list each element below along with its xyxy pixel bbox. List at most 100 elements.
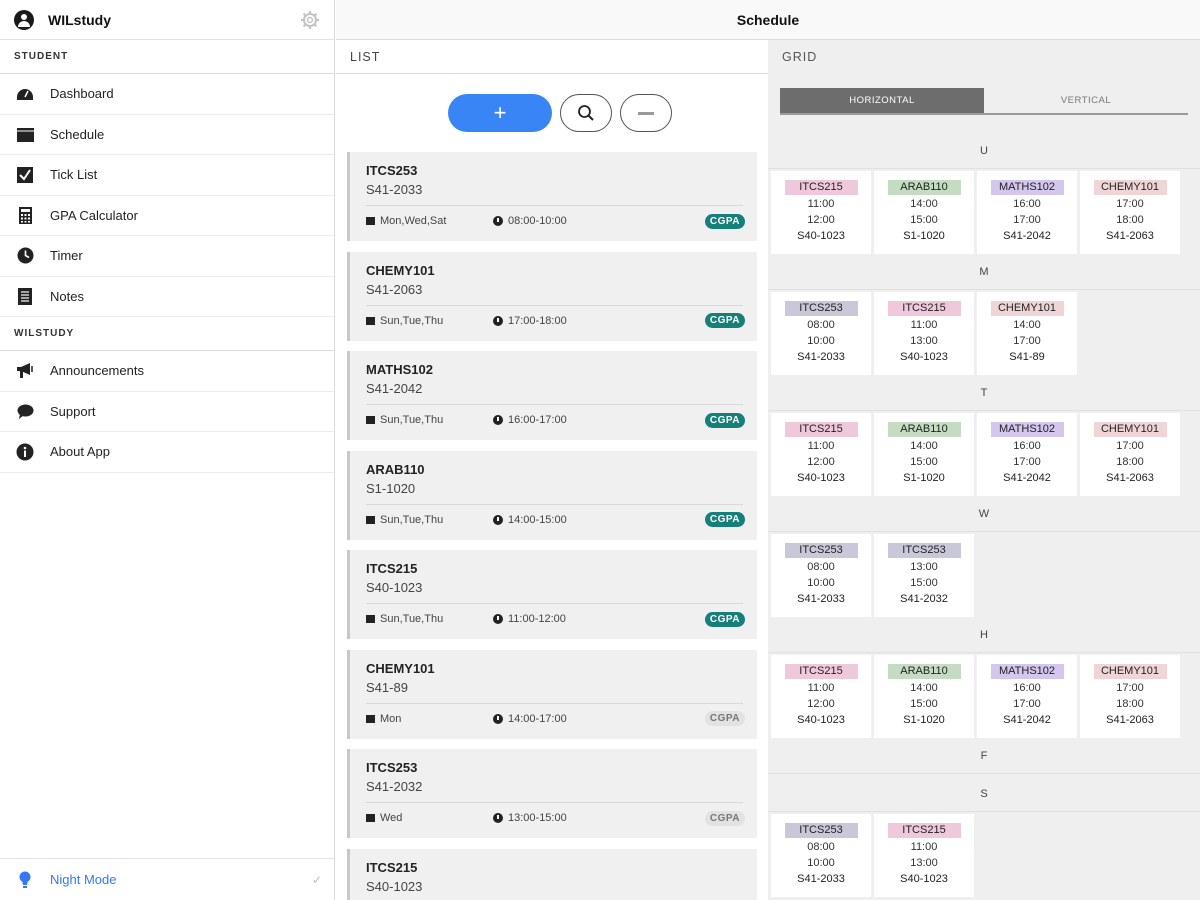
course-days-text: Mon [380,712,402,725]
cgpa-badge[interactable]: CGPA [704,412,745,428]
sidebar-item-support[interactable]: Support [0,392,334,432]
course-days-text: Wed [380,812,403,824]
timetable-slot[interactable]: MATHS102 16:00 17:00 S41-2042 [977,655,1077,738]
sidebar-item-gpa-calculator[interactable]: GPA Calculator [0,196,334,236]
timetable-slot[interactable]: ARAB110 14:00 15:00 S1-1020 [874,171,974,254]
calendar-icon [366,615,375,623]
timetable-slot[interactable]: ITCS253 08:00 10:00 S41-2033 [771,292,871,375]
course-card[interactable]: MATHS102 S41-2042 Sun,Tue,Thu 16:00-17:00… [347,351,757,440]
sidebar-item-dashboard[interactable]: Dashboard [0,74,334,115]
course-card[interactable]: ITCS253 S41-2033 Mon,Wed,Sat 08:00-10:00 … [347,152,757,241]
slot-room: S40-1023 [900,351,948,363]
course-room: S41-2033 [366,182,423,197]
timetable-slot[interactable]: CHEMY101 17:00 18:00 S41-2063 [1080,413,1180,496]
course-room: S41-2063 [366,281,423,297]
calculator-icon [16,206,34,224]
cgpa-badge[interactable]: CGPA [704,313,745,328]
timetable-slot[interactable]: CHEMY101 17:00 18:00 S41-2063 [1080,171,1180,254]
course-card[interactable]: ARAB110 S1-1020 Sun,Tue,Thu 14:00-15:00 C… [347,450,757,540]
sidebar-item-label: Timer [50,248,83,264]
timetable-slot[interactable]: MATHS102 16:00 17:00 S41-2042 [977,171,1077,254]
course-card[interactable]: ITCS215 S40-1023 [347,848,757,900]
timetable-slot[interactable]: ARAB110 14:00 15:00 S1-1020 [874,413,974,496]
divider [366,205,743,206]
slot-end-time: 17:00 [1013,214,1041,226]
checkbox-icon [16,166,34,184]
slot-course-code: ARAB110 [887,180,961,195]
tab-horizontal[interactable]: HORIZONTAL [780,88,984,113]
slot-room: S41-2063 [1106,714,1154,726]
divider [366,702,743,704]
timetable-slot[interactable]: ITCS253 08:00 10:00 S41-2033 [771,534,871,617]
gear-icon[interactable] [300,10,320,30]
timetable-slot[interactable]: ITCS253 13:00 15:00 S41-2032 [874,534,974,617]
night-mode-toggle[interactable]: Night Mode ✓ [0,858,334,900]
slot-start-time: 17:00 [1116,440,1144,452]
sidebar-item-announcements[interactable]: Announcements [0,351,334,392]
cgpa-badge[interactable]: CGPA [704,810,745,826]
course-code: ITCS215 [366,859,418,875]
slot-end-time: 18:00 [1116,456,1144,468]
tab-vertical[interactable]: VERTICAL [984,88,1188,113]
course-meta: Sun,Tue,Thu 11:00-12:00 CGPA [366,610,745,628]
day-header: F [768,738,1200,774]
sidebar-item-label: Announcements [50,363,144,379]
course-card[interactable]: ITCS253 S41-2032 Wed 13:00-15:00 CGPA [347,749,757,838]
course-card[interactable]: ITCS215 S40-1023 Sun,Tue,Thu 11:00-12:00 … [347,550,757,639]
slot-room: S40-1023 [797,230,845,242]
clock-icon [493,415,503,425]
timetable-slot[interactable]: MATHS102 16:00 17:00 S41-2042 [977,413,1077,496]
timetable-slot[interactable]: ITCS215 11:00 12:00 S40-1023 [771,413,871,496]
timetable-slot[interactable]: ITCS215 11:00 12:00 S40-1023 [771,655,871,738]
course-card[interactable]: CHEMY101 S41-89 Mon 14:00-17:00 CGPA [347,649,757,739]
timetable-slot[interactable]: ITCS215 11:00 12:00 S40-1023 [771,171,871,254]
clock-icon [493,813,503,823]
course-room: S40-1023 [366,878,423,894]
sidebar-item-notes[interactable]: Notes [0,277,334,317]
timetable-slot[interactable]: CHEMY101 14:00 17:00 S41-89 [977,292,1077,375]
sidebar: WILstudy STUDENT Dashboard Schedule Tick [0,0,335,900]
course-time: 16:00-17:00 [493,414,567,426]
timetable-slot[interactable]: ITCS215 11:00 13:00 S40-1023 [874,292,974,375]
course-days: Sun,Tue,Thu [366,414,493,426]
cgpa-badge[interactable]: CGPA [704,213,745,229]
slot-start-time: 11:00 [807,198,835,210]
sidebar-item-label: GPA Calculator [50,207,138,223]
remove-button[interactable] [620,94,672,132]
day-header: H [768,617,1200,653]
slot-start-time: 17:00 [1116,682,1144,694]
course-days-text: Mon,Wed,Sat [380,215,447,227]
slot-course-code: ITCS215 [887,301,961,316]
sidebar-item-label: Tick List [50,167,98,183]
sidebar-item-about-app[interactable]: About App [0,432,334,473]
timetable-slot[interactable]: ITCS215 11:00 13:00 S40-1023 [874,814,974,897]
slot-start-time: 17:00 [1116,198,1144,210]
calendar-icon [16,125,34,143]
slot-room: S41-89 [1009,351,1045,363]
sidebar-item-tick-list[interactable]: Tick List [0,155,334,196]
search-button[interactable] [560,94,612,132]
slot-room: S41-2063 [1106,230,1154,242]
cgpa-badge[interactable]: CGPA [704,512,745,527]
slot-room: S41-2042 [1003,714,1051,726]
day-header: W [768,496,1200,532]
sidebar-item-schedule[interactable]: Schedule [0,115,334,155]
slot-start-time: 11:00 [910,841,938,853]
cgpa-badge[interactable]: CGPA [704,611,745,627]
course-code: ARAB110 [366,461,425,477]
cgpa-badge[interactable]: CGPA [704,711,745,726]
avatar-icon[interactable] [14,9,34,30]
slot-course-code: CHEMY101 [1093,664,1167,679]
slot-course-code: ITCS253 [887,543,961,558]
slot-course-code: CHEMY101 [1093,422,1167,437]
slot-end-time: 12:00 [807,456,835,468]
course-days: Mon [366,713,493,725]
course-card[interactable]: CHEMY101 S41-2063 Sun,Tue,Thu 17:00-18:00… [347,251,757,341]
slot-room: S1-1020 [903,472,945,484]
timetable-slot[interactable]: CHEMY101 17:00 18:00 S41-2063 [1080,655,1180,738]
timetable-slot[interactable]: ARAB110 14:00 15:00 S1-1020 [874,655,974,738]
sidebar-item-timer[interactable]: Timer [0,236,334,277]
timetable-slot[interactable]: ITCS253 08:00 10:00 S41-2033 [771,814,871,897]
add-course-button[interactable]: + [448,94,552,132]
slot-start-time: 08:00 [807,841,835,853]
